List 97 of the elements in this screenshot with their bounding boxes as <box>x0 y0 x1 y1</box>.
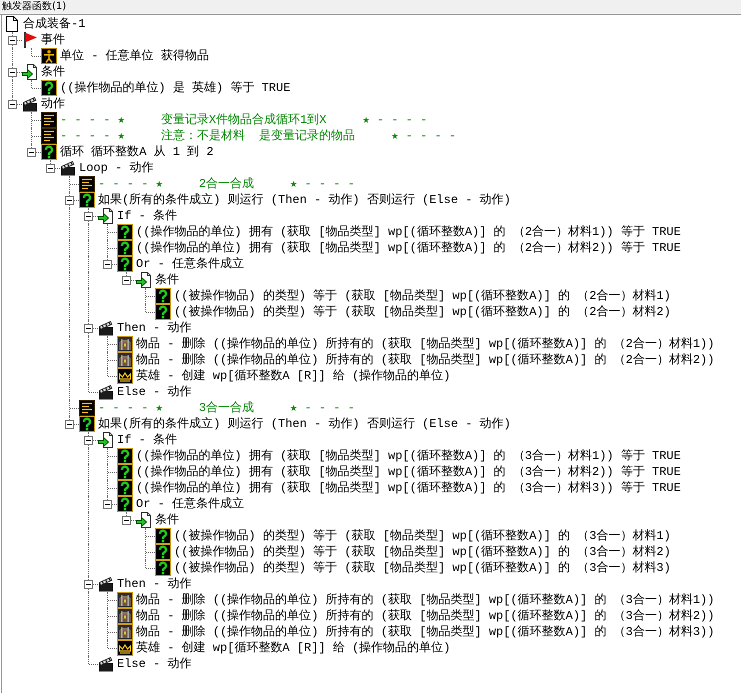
collapse-toggle[interactable] <box>84 436 93 445</box>
question-mark-icon <box>155 544 171 560</box>
question-mark-icon <box>41 144 57 160</box>
chest-icon <box>117 352 133 368</box>
question-mark-icon <box>117 496 133 512</box>
question-mark-icon <box>155 560 171 576</box>
question-mark-icon <box>117 480 133 496</box>
comment-text[interactable]: - - - - ★ 3合一合成 ★ - - - - <box>98 400 355 416</box>
chest-icon <box>117 336 133 352</box>
clapperboard-icon <box>98 576 114 592</box>
clapperboard-icon <box>98 384 114 400</box>
comment-text[interactable]: - - - - ★ 变量记录X件物品合成循环1到X ★ - - - - <box>60 112 428 128</box>
question-mark-icon <box>79 192 95 208</box>
question-mark-icon <box>117 464 133 480</box>
condition-entry[interactable]: ((操作物品的单位) 拥有 (获取 [物品类型] wp[(循环整数A)] 的 （3合一）材料1)) 等于 TRUE <box>136 448 681 464</box>
page-arrow-icon <box>22 64 38 80</box>
collapse-toggle[interactable] <box>103 260 112 269</box>
crown-icon <box>117 640 133 656</box>
text-lines-icon <box>79 176 95 192</box>
function-entry[interactable]: Or - 任意条件成立 <box>136 496 244 512</box>
function-entry[interactable]: 循环 循环整数A 从 1 到 2 <box>60 144 214 160</box>
figure-icon <box>41 48 57 64</box>
action-entry[interactable]: 物品 - 删除 ((操作物品的单位) 所持有的 (获取 [物品类型] wp[(循环整数A)] 的 （3合一）材料3)) <box>136 624 714 640</box>
collapse-toggle[interactable] <box>46 164 55 173</box>
comment-text[interactable]: - - - - ★ 2合一合成 ★ - - - - <box>98 176 355 192</box>
text-lines-icon <box>41 112 57 128</box>
condition-entry[interactable]: ((被操作物品) 的类型) 等于 (获取 [物品类型] wp[(循环整数A)] 的 （3合一）材料2) <box>174 544 671 560</box>
action-entry[interactable]: 物品 - 删除 ((操作物品的单位) 所持有的 (获取 [物品类型] wp[(循环整数A)] 的 （3合一）材料1)) <box>136 592 714 608</box>
collapse-toggle[interactable] <box>65 196 74 205</box>
function-entry[interactable]: 如果(所有的条件成立) 则运行 (Then - 动作) 否则运行 (Else - 动作) <box>98 416 511 432</box>
conditions-heading[interactable]: 条件 <box>155 512 179 528</box>
question-mark-icon <box>117 448 133 464</box>
actions-heading[interactable]: Then - 动作 <box>117 576 192 592</box>
conditions-heading[interactable]: 条件 <box>155 272 179 288</box>
function-entry[interactable]: 如果(所有的条件成立) 则运行 (Then - 动作) 否则运行 (Else - 动作) <box>98 192 511 208</box>
panel-title: 触发器函数(1) <box>2 0 66 14</box>
comment-text[interactable]: - - - - ★ 注意：不是材料 是变量记录的物品 ★ - - - - <box>60 128 456 144</box>
question-mark-icon <box>155 528 171 544</box>
chest-icon <box>117 608 133 624</box>
clapperboard-icon <box>98 320 114 336</box>
function-entry[interactable]: Or - 任意条件成立 <box>136 256 244 272</box>
clapperboard-icon <box>60 160 76 176</box>
action-entry[interactable]: 英雄 - 创建 wp[循环整数A [R]] 给 (操作物品的单位) <box>136 368 450 384</box>
trigger-name[interactable]: 合成装备-1 <box>23 16 86 32</box>
action-entry[interactable]: 物品 - 删除 ((操作物品的单位) 所持有的 (获取 [物品类型] wp[(循环整数A)] 的 （2合一）材料1)) <box>136 336 714 352</box>
flag-icon <box>22 32 38 48</box>
collapse-toggle[interactable] <box>84 580 93 589</box>
question-mark-icon <box>117 256 133 272</box>
page-arrow-icon <box>98 208 114 224</box>
action-entry[interactable]: 英雄 - 创建 wp[循环整数A [R]] 给 (操作物品的单位) <box>136 640 450 656</box>
collapse-toggle[interactable] <box>122 276 131 285</box>
question-mark-icon <box>155 288 171 304</box>
chest-icon <box>117 592 133 608</box>
question-mark-icon <box>155 304 171 320</box>
condition-entry[interactable]: ((被操作物品) 的类型) 等于 (获取 [物品类型] wp[(循环整数A)] 的 （3合一）材料3) <box>174 560 671 576</box>
collapse-toggle[interactable] <box>103 500 112 509</box>
clapperboard-icon <box>22 96 38 112</box>
actions-heading[interactable]: Else - 动作 <box>117 384 192 400</box>
collapse-toggle[interactable] <box>84 212 93 221</box>
action-entry[interactable]: 物品 - 删除 ((操作物品的单位) 所持有的 (获取 [物品类型] wp[(循环整数A)] 的 （2合一）材料2)) <box>136 352 714 368</box>
clapperboard-icon <box>98 656 114 672</box>
events-heading[interactable]: 事件 <box>41 32 65 48</box>
page-arrow-icon <box>136 512 152 528</box>
text-lines-icon <box>79 400 95 416</box>
conditions-heading[interactable]: 条件 <box>41 64 65 80</box>
condition-entry[interactable]: ((操作物品的单位) 拥有 (获取 [物品类型] wp[(循环整数A)] 的 （3合一）材料2)) 等于 TRUE <box>136 464 681 480</box>
event-entry[interactable]: 单位 - 任意单位 获得物品 <box>60 48 209 64</box>
question-mark-icon <box>41 80 57 96</box>
collapse-toggle[interactable] <box>8 36 17 45</box>
condition-entry[interactable]: ((被操作物品) 的类型) 等于 (获取 [物品类型] wp[(循环整数A)] 的 （2合一）材料1) <box>174 288 671 304</box>
actions-heading[interactable]: Then - 动作 <box>117 320 192 336</box>
condition-entry[interactable]: ((操作物品的单位) 拥有 (获取 [物品类型] wp[(循环整数A)] 的 （2合一）材料1)) 等于 TRUE <box>136 224 681 240</box>
condition-entry[interactable]: ((被操作物品) 的类型) 等于 (获取 [物品类型] wp[(循环整数A)] 的 （2合一）材料2) <box>174 304 671 320</box>
collapse-toggle[interactable] <box>27 148 36 157</box>
collapse-toggle[interactable] <box>8 68 17 77</box>
collapse-toggle[interactable] <box>8 100 17 109</box>
condition-entry[interactable]: ((被操作物品) 的类型) 等于 (获取 [物品类型] wp[(循环整数A)] 的 （3合一）材料1) <box>174 528 671 544</box>
action-entry[interactable]: 物品 - 删除 ((操作物品的单位) 所持有的 (获取 [物品类型] wp[(循环整数A)] 的 （3合一）材料2)) <box>136 608 714 624</box>
condition-entry[interactable]: ((操作物品的单位) 是 英雄) 等于 TRUE <box>60 80 290 96</box>
conditions-heading[interactable]: If - 条件 <box>117 432 178 448</box>
collapse-toggle[interactable] <box>65 420 74 429</box>
condition-entry[interactable]: ((操作物品的单位) 拥有 (获取 [物品类型] wp[(循环整数A)] 的 （3合一）材料3)) 等于 TRUE <box>136 480 681 496</box>
page-arrow-icon <box>98 432 114 448</box>
chest-icon <box>117 624 133 640</box>
collapse-toggle[interactable] <box>84 324 93 333</box>
question-mark-icon <box>79 416 95 432</box>
actions-heading[interactable]: 动作 <box>41 96 65 112</box>
conditions-heading[interactable]: If - 条件 <box>117 208 178 224</box>
condition-entry[interactable]: ((操作物品的单位) 拥有 (获取 [物品类型] wp[(循环整数A)] 的 （2合一）材料2)) 等于 TRUE <box>136 240 681 256</box>
crown-icon <box>117 368 133 384</box>
page-arrow-icon <box>136 272 152 288</box>
actions-heading[interactable]: Else - 动作 <box>117 656 192 672</box>
question-mark-icon <box>117 224 133 240</box>
question-mark-icon <box>117 240 133 256</box>
actions-heading[interactable]: Loop - 动作 <box>79 160 154 176</box>
collapse-toggle[interactable] <box>122 516 131 525</box>
text-lines-icon <box>41 128 57 144</box>
